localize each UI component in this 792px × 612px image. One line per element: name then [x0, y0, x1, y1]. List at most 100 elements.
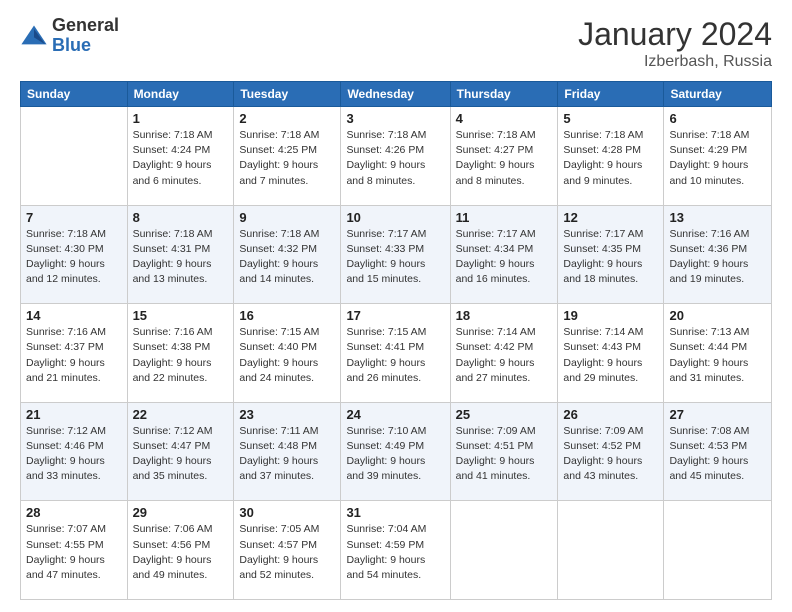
cell-day-number: 24: [346, 407, 444, 422]
cell-info: Sunrise: 7:14 AM Sunset: 4:42 PM Dayligh…: [456, 325, 553, 386]
cell-day-number: 23: [239, 407, 335, 422]
cell-day-number: 6: [669, 111, 766, 126]
header-cell-wednesday: Wednesday: [341, 82, 450, 107]
calendar-cell: 20Sunrise: 7:13 AM Sunset: 4:44 PM Dayli…: [664, 304, 772, 403]
calendar-cell: 29 Sunrise: 7:06 AM Sunset: 4:56 PM Dayli…: [127, 501, 234, 600]
cell-day-number: 16: [239, 308, 335, 323]
cell-info: Sunrise: 7:17 AM Sunset: 4:35 PM Dayligh…: [563, 227, 658, 288]
header-cell-saturday: Saturday: [664, 82, 772, 107]
calendar-cell: 25 Sunrise: 7:09 AM Sunset: 4:51 PM Dayli…: [450, 402, 558, 501]
calendar-cell: 22 Sunrise: 7:12 AM Sunset: 4:47 PM Dayli…: [127, 402, 234, 501]
cell-info: Sunrise: 7:18 AM Sunset: 4:26 PM Dayligh…: [346, 128, 444, 189]
cell-day-number: 5: [563, 111, 658, 126]
calendar-cell: 2Sunrise: 7:18 AM Sunset: 4:25 PM Daylig…: [234, 107, 341, 206]
header-cell-thursday: Thursday: [450, 82, 558, 107]
logo-icon: [20, 22, 48, 50]
calendar-cell: 21 Sunrise: 7:12 AM Sunset: 4:46 PM Dayli…: [21, 402, 128, 501]
cell-info: Sunrise: 7:12 AM Sunset: 4:47 PM Dayligh…: [133, 424, 229, 485]
cell-info: Sunrise: 7:16 AM Sunset: 4:38 PM Dayligh…: [133, 325, 229, 386]
cell-info: Sunrise: 7:06 AM Sunset: 4:56 PM Dayligh…: [133, 522, 229, 583]
cell-info: Sunrise: 7:08 AM Sunset: 4:53 PM Dayligh…: [669, 424, 766, 485]
cell-day-number: 19: [563, 308, 658, 323]
calendar-cell: 26 Sunrise: 7:09 AM Sunset: 4:52 PM Dayli…: [558, 402, 664, 501]
calendar-cell: 6 Sunrise: 7:18 AM Sunset: 4:29 PM Daylig…: [664, 107, 772, 206]
calendar-cell: 1 Sunrise: 7:18 AM Sunset: 4:24 PM Daylig…: [127, 107, 234, 206]
cell-info: Sunrise: 7:14 AM Sunset: 4:43 PM Dayligh…: [563, 325, 658, 386]
cell-info: Sunrise: 7:12 AM Sunset: 4:46 PM Dayligh…: [26, 424, 122, 485]
cell-info: Sunrise: 7:15 AM Sunset: 4:40 PM Dayligh…: [239, 325, 335, 386]
cell-info: Sunrise: 7:13 AM Sunset: 4:44 PM Dayligh…: [669, 325, 766, 386]
logo-blue-text: Blue: [52, 36, 119, 56]
calendar-cell: 10Sunrise: 7:17 AM Sunset: 4:33 PM Dayli…: [341, 205, 450, 304]
week-row-2: 14Sunrise: 7:16 AM Sunset: 4:37 PM Dayli…: [21, 304, 772, 403]
calendar-cell: 3Sunrise: 7:18 AM Sunset: 4:26 PM Daylig…: [341, 107, 450, 206]
calendar-cell: [21, 107, 128, 206]
cell-day-number: 15: [133, 308, 229, 323]
calendar-cell: 11 Sunrise: 7:17 AM Sunset: 4:34 PM Dayli…: [450, 205, 558, 304]
cell-day-number: 7: [26, 210, 122, 225]
header: General Blue January 2024 Izberbash, Rus…: [20, 16, 772, 71]
calendar-cell: 23Sunrise: 7:11 AM Sunset: 4:48 PM Dayli…: [234, 402, 341, 501]
cell-day-number: 18: [456, 308, 553, 323]
logo: General Blue: [20, 16, 119, 56]
calendar-cell: 24Sunrise: 7:10 AM Sunset: 4:49 PM Dayli…: [341, 402, 450, 501]
title-block: January 2024 Izberbash, Russia: [578, 16, 772, 71]
cell-info: Sunrise: 7:09 AM Sunset: 4:51 PM Dayligh…: [456, 424, 553, 485]
cell-info: Sunrise: 7:17 AM Sunset: 4:34 PM Dayligh…: [456, 227, 553, 288]
cell-day-number: 17: [346, 308, 444, 323]
cell-day-number: 26: [563, 407, 658, 422]
cell-day-number: 29: [133, 505, 229, 520]
cell-day-number: 8: [133, 210, 229, 225]
cell-day-number: 28: [26, 505, 122, 520]
logo-text: General Blue: [52, 16, 119, 56]
cell-info: Sunrise: 7:18 AM Sunset: 4:28 PM Dayligh…: [563, 128, 658, 189]
cell-info: Sunrise: 7:18 AM Sunset: 4:31 PM Dayligh…: [133, 227, 229, 288]
calendar-cell: 9Sunrise: 7:18 AM Sunset: 4:32 PM Daylig…: [234, 205, 341, 304]
cell-info: Sunrise: 7:05 AM Sunset: 4:57 PM Dayligh…: [239, 522, 335, 583]
week-row-1: 7 Sunrise: 7:18 AM Sunset: 4:30 PM Daylig…: [21, 205, 772, 304]
calendar-cell: 18 Sunrise: 7:14 AM Sunset: 4:42 PM Dayli…: [450, 304, 558, 403]
cell-day-number: 13: [669, 210, 766, 225]
cell-info: Sunrise: 7:15 AM Sunset: 4:41 PM Dayligh…: [346, 325, 444, 386]
location-title: Izberbash, Russia: [578, 53, 772, 71]
week-row-3: 21 Sunrise: 7:12 AM Sunset: 4:46 PM Dayli…: [21, 402, 772, 501]
cell-info: Sunrise: 7:04 AM Sunset: 4:59 PM Dayligh…: [346, 522, 444, 583]
cell-info: Sunrise: 7:18 AM Sunset: 4:27 PM Dayligh…: [456, 128, 553, 189]
cell-day-number: 31: [346, 505, 444, 520]
calendar-cell: [664, 501, 772, 600]
header-cell-sunday: Sunday: [21, 82, 128, 107]
calendar-cell: [558, 501, 664, 600]
cell-info: Sunrise: 7:18 AM Sunset: 4:30 PM Dayligh…: [26, 227, 122, 288]
calendar-cell: 15 Sunrise: 7:16 AM Sunset: 4:38 PM Dayli…: [127, 304, 234, 403]
header-cell-friday: Friday: [558, 82, 664, 107]
header-row: SundayMondayTuesdayWednesdayThursdayFrid…: [21, 82, 772, 107]
calendar-cell: 27 Sunrise: 7:08 AM Sunset: 4:53 PM Dayli…: [664, 402, 772, 501]
cell-day-number: 25: [456, 407, 553, 422]
cell-day-number: 11: [456, 210, 553, 225]
calendar-cell: 31 Sunrise: 7:04 AM Sunset: 4:59 PM Dayli…: [341, 501, 450, 600]
month-title: January 2024: [578, 16, 772, 53]
cell-info: Sunrise: 7:16 AM Sunset: 4:36 PM Dayligh…: [669, 227, 766, 288]
calendar-cell: 5 Sunrise: 7:18 AM Sunset: 4:28 PM Daylig…: [558, 107, 664, 206]
calendar-cell: [450, 501, 558, 600]
calendar-table: SundayMondayTuesdayWednesdayThursdayFrid…: [20, 81, 772, 600]
cell-day-number: 1: [133, 111, 229, 126]
cell-day-number: 21: [26, 407, 122, 422]
cell-info: Sunrise: 7:07 AM Sunset: 4:55 PM Dayligh…: [26, 522, 122, 583]
cell-info: Sunrise: 7:18 AM Sunset: 4:29 PM Dayligh…: [669, 128, 766, 189]
cell-day-number: 27: [669, 407, 766, 422]
cell-day-number: 22: [133, 407, 229, 422]
week-row-4: 28 Sunrise: 7:07 AM Sunset: 4:55 PM Dayli…: [21, 501, 772, 600]
cell-info: Sunrise: 7:09 AM Sunset: 4:52 PM Dayligh…: [563, 424, 658, 485]
cell-info: Sunrise: 7:18 AM Sunset: 4:24 PM Dayligh…: [133, 128, 229, 189]
week-row-0: 1 Sunrise: 7:18 AM Sunset: 4:24 PM Daylig…: [21, 107, 772, 206]
calendar-cell: 16 Sunrise: 7:15 AM Sunset: 4:40 PM Dayli…: [234, 304, 341, 403]
header-cell-tuesday: Tuesday: [234, 82, 341, 107]
cell-info: Sunrise: 7:17 AM Sunset: 4:33 PM Dayligh…: [346, 227, 444, 288]
calendar-cell: 8 Sunrise: 7:18 AM Sunset: 4:31 PM Daylig…: [127, 205, 234, 304]
cell-day-number: 4: [456, 111, 553, 126]
cell-info: Sunrise: 7:16 AM Sunset: 4:37 PM Dayligh…: [26, 325, 122, 386]
cell-info: Sunrise: 7:18 AM Sunset: 4:25 PM Dayligh…: [239, 128, 335, 189]
header-cell-monday: Monday: [127, 82, 234, 107]
calendar-cell: 12Sunrise: 7:17 AM Sunset: 4:35 PM Dayli…: [558, 205, 664, 304]
